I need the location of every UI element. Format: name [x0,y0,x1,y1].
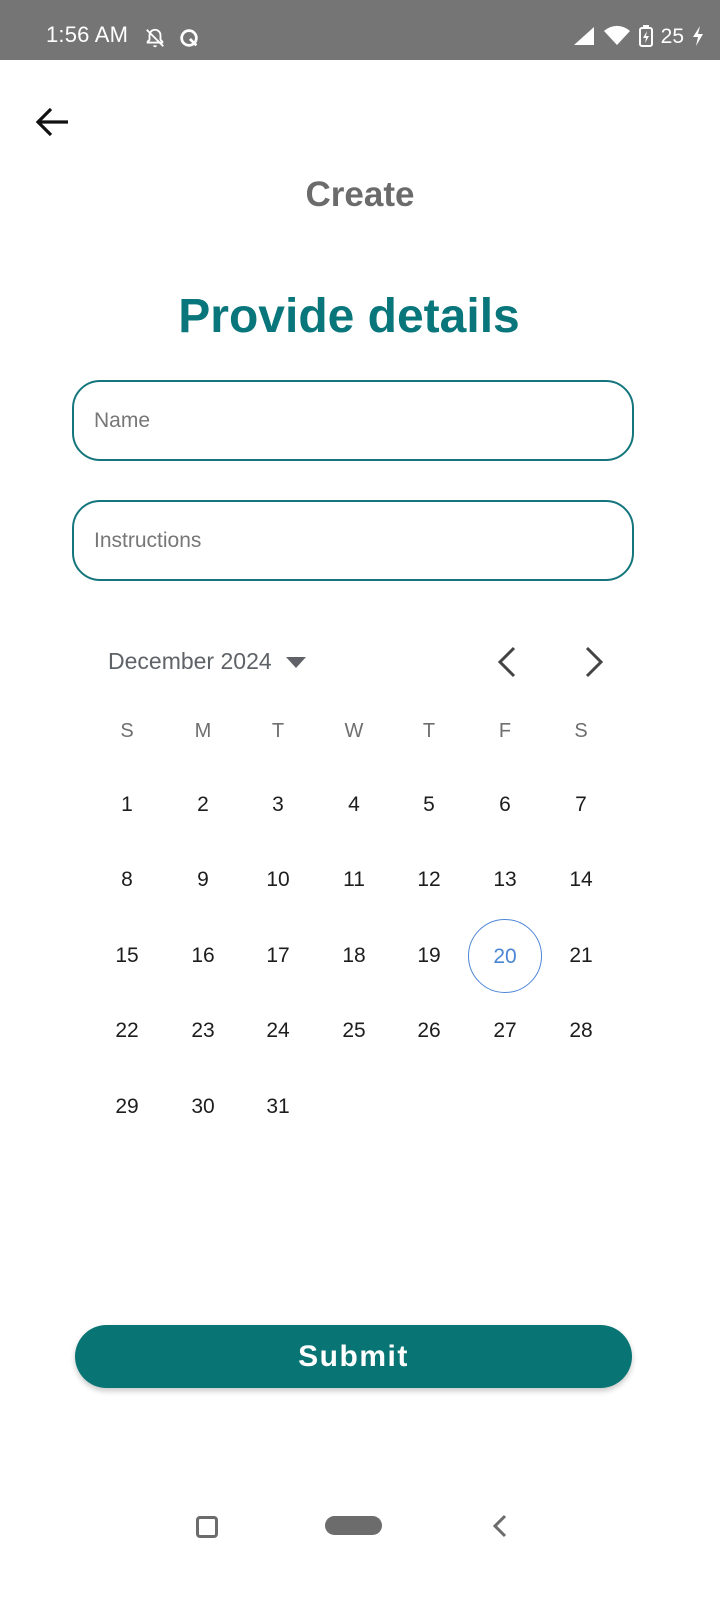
calendar-day[interactable]: 3 [248,793,308,817]
calendar-day[interactable]: 23 [173,1019,233,1043]
weekday-label: T [271,720,285,742]
submit-button[interactable]: Submit [75,1325,632,1388]
recents-button[interactable] [196,1516,218,1538]
calendar-day[interactable]: 10 [248,868,308,892]
calendar-day[interactable]: 15 [97,944,157,968]
calendar-day[interactable]: 12 [399,868,459,892]
month-label: December 2024 [108,648,272,674]
back-button[interactable] [33,102,73,142]
dropdown-caret-icon [285,656,306,668]
calendar-day[interactable]: 24 [248,1019,308,1043]
instructions-input[interactable] [74,502,632,579]
calendar-day[interactable]: 2 [173,793,233,817]
page-title: Create [305,175,415,214]
calendar-day[interactable]: 16 [173,944,233,968]
weekday-label: S [120,720,134,742]
form-heading: Provide details [178,290,520,343]
home-button[interactable] [325,1516,382,1535]
calendar-day[interactable]: 13 [475,868,535,892]
notifications-off-icon [146,28,164,48]
calendar-day[interactable]: 17 [248,944,308,968]
chevron-right-icon [585,646,604,678]
wifi-icon [603,25,630,45]
arrow-left-icon [35,107,68,137]
next-month-button[interactable] [573,640,613,684]
calendar-day[interactable]: 1 [97,793,157,817]
calendar-day[interactable]: 21 [551,944,611,968]
calendar-day[interactable]: 27 [475,1019,535,1043]
status-time: 1:56 AM [46,22,129,47]
calendar-day[interactable]: 29 [97,1095,157,1119]
calendar-day[interactable]: 19 [399,944,459,968]
calendar-day[interactable]: 8 [97,868,157,892]
weekday-label: F [498,720,512,742]
weekday-label: M [194,720,212,742]
instructions-field-container [72,500,634,581]
signal-icon [573,27,594,45]
weekday-label: S [574,720,588,742]
calendar-day[interactable]: 25 [324,1019,384,1043]
system-back-icon[interactable] [490,1512,510,1540]
calendar-day[interactable]: 7 [551,793,611,817]
name-input[interactable] [74,382,632,459]
battery-icon [638,25,653,47]
calendar-day[interactable]: 9 [173,868,233,892]
calendar-day[interactable]: 22 [97,1019,157,1043]
charging-icon [693,26,703,46]
calendar-day[interactable]: 31 [248,1095,308,1119]
calendar-day[interactable]: 30 [173,1095,233,1119]
name-field-container [72,380,634,461]
calendar-day[interactable]: 14 [551,868,611,892]
calendar-day[interactable]: 26 [399,1019,459,1043]
weekday-label: W [344,720,364,742]
calendar-day[interactable]: 28 [551,1019,611,1043]
calendar-day[interactable]: 11 [324,868,384,892]
q-app-icon [180,29,198,47]
status-bar: 1:56 AM 25 [0,0,720,60]
calendar-day[interactable]: 18 [324,944,384,968]
previous-month-button[interactable] [488,640,528,684]
chevron-left-icon [497,646,516,678]
calendar-day[interactable]: 4 [324,793,384,817]
calendar-day-today[interactable]: 20 [468,919,542,993]
weekday-label: T [422,720,436,742]
calendar-day[interactable]: 5 [399,793,459,817]
battery-level: 25 [660,24,684,48]
calendar-day[interactable]: 6 [475,793,535,817]
month-year-selector[interactable]: December 2024 [108,648,308,675]
